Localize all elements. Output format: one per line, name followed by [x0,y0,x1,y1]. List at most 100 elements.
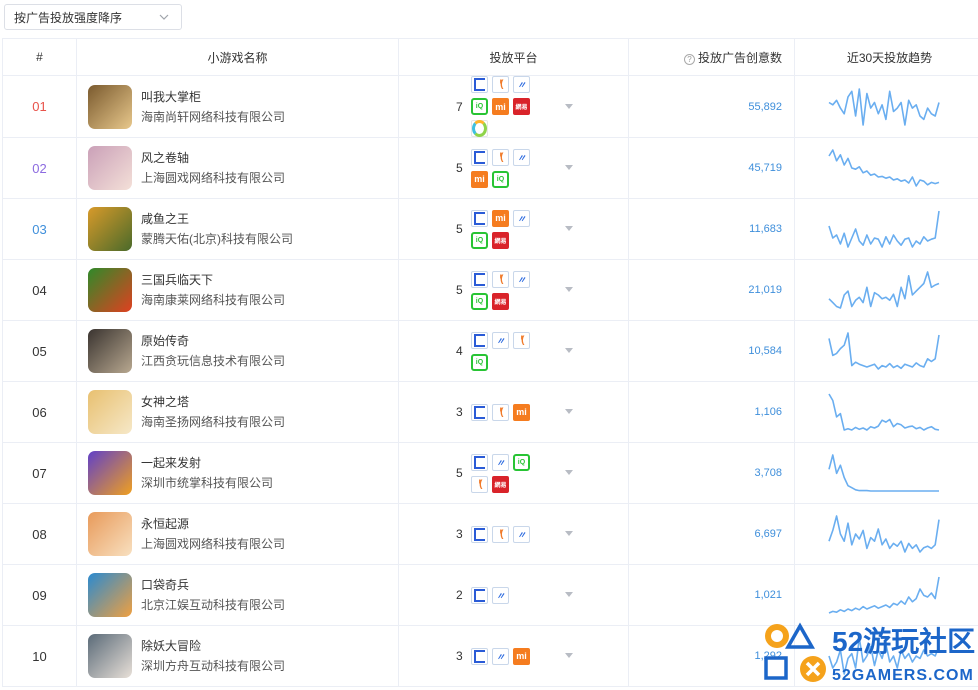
company-name: 海南尚轩网络科技有限公司 [141,109,286,124]
sort-order-label: 按广告投放强度降序 [14,10,123,25]
expand-platforms-caret-icon[interactable] [565,103,573,109]
game-cell[interactable]: 叫我大掌柜 海南尚轩网络科技有限公司 [76,75,399,138]
platform-count: 3 [456,527,463,541]
creatives-count: 10,584 [628,320,795,382]
watermark-domain: 52GAMERS.COM [832,667,974,684]
rank-cell: 01 [2,75,77,138]
kuaishou-icon: ᑊᑊ( [492,76,509,93]
expand-platforms-caret-icon[interactable] [565,653,573,658]
game-name[interactable]: 一起来发射 [141,453,273,473]
kuaishou-icon: ᑊᑊ( [513,331,530,349]
trend-sparkline [828,149,940,187]
game-name[interactable]: 女神之塔 [141,392,285,412]
expand-platforms-caret-icon[interactable] [565,348,573,353]
expand-platforms-caret-icon[interactable] [565,592,573,597]
game-name[interactable]: 原始传奇 [141,331,285,351]
kuaishou-icon: ᑊᑊ( [492,270,509,288]
netease-icon: 網易 [492,475,509,493]
trend-sparkline [828,271,940,309]
trend-line [828,332,940,370]
game-icon[interactable] [88,146,132,190]
expand-platforms-caret-icon[interactable] [565,287,573,292]
trend-sparkline [828,393,940,431]
weibo-icon: 〃 [513,209,530,227]
table-row[interactable]: 04 三国兵临天下 海南康莱网络科技有限公司 5 ᑊᑊ(〃 iQ 網易 21,019 [2,259,978,321]
platform-cell: 5 ᑊᑊ(〃 iQ 網易 [398,259,629,321]
platform-icons: 〃 ᑊᑊ(iQ [471,331,543,371]
help-icon[interactable]: ? [683,53,695,65]
company-name: 江西贪玩信息技术有限公司 [141,354,286,368]
platform-count: 3 [456,649,463,663]
platform-count: 7 [456,99,463,114]
weibo-icon: 〃 [513,525,530,543]
game-name[interactable]: 叫我大掌柜 [141,87,285,107]
kuaishou-icon: ᑊᑊ( [492,148,509,166]
kuaishou-icon: ᑊᑊ( [492,525,509,543]
trend-line [828,87,940,126]
xiaomi-icon: mi [492,209,509,227]
game-name[interactable]: 风之卷轴 [141,148,285,168]
game-name[interactable]: 咸鱼之王 [141,209,293,229]
table-row[interactable]: 06 女神之塔 海南圣扬网络科技有限公司 3 ᑊᑊ(mi 1,106 [2,381,978,443]
expand-platforms-caret-icon[interactable] [565,531,573,536]
rank-cell: 02 [2,137,77,199]
game-cell[interactable]: 咸鱼之王 蒙腾天佑(北京)科技有限公司 [76,198,399,260]
kuaishou-icon: ᑊᑊ( [471,475,488,493]
watermark-brand: 52游玩社区 [832,626,975,657]
game-cell[interactable]: 女神之塔 海南圣扬网络科技有限公司 [76,381,399,443]
game-icon[interactable] [88,84,132,129]
weibo-icon: 〃 [492,331,509,349]
toutiao-icon [471,586,488,604]
game-cell[interactable]: 三国兵临天下 海南康莱网络科技有限公司 [76,259,399,321]
game-name[interactable]: 除妖大冒险 [141,636,285,656]
trend-cell [794,75,978,138]
header-creatives[interactable]: ? 投放广告创意数 [628,38,795,76]
game-cell[interactable]: 永恒起源 上海圆戏网络科技有限公司 [76,503,399,565]
platform-cell: 5 〃 iQ ᑊᑊ(網易 [398,442,629,504]
trend-line [828,210,940,248]
table-row[interactable]: 08 永恒起源 上海圆戏网络科技有限公司 3 ᑊᑊ(〃 6,697 [2,503,978,565]
game-icon[interactable] [88,207,132,251]
game-cell[interactable]: 口袋奇兵 北京江娱互动科技有限公司 [76,564,399,626]
expand-platforms-caret-icon[interactable] [565,226,573,231]
netease-icon: 網易 [492,231,509,249]
table-row[interactable]: 01 叫我大掌柜 海南尚轩网络科技有限公司 7 ᑊᑊ(〃 iQ mi 網易 55,89… [2,75,978,138]
table-row[interactable]: 05 原始传奇 江西贪玩信息技术有限公司 4 〃 ᑊᑊ(iQ 10,584 [2,320,978,382]
expand-platforms-caret-icon[interactable] [565,470,573,475]
trend-cell [794,137,978,199]
game-icon[interactable] [88,512,132,556]
header-trend: 近30天投放趋势 [794,38,978,76]
platform-count: 3 [456,405,463,419]
game-name[interactable]: 口袋奇兵 [141,575,285,595]
kuaishou-icon: ᑊᑊ( [492,403,509,421]
trend-sparkline [828,87,940,126]
game-cell[interactable]: 原始传奇 江西贪玩信息技术有限公司 [76,320,399,382]
pinwheel-icon [471,120,488,137]
game-icon[interactable] [88,573,132,617]
game-name[interactable]: 永恒起源 [141,514,285,534]
weibo-icon: 〃 [492,647,509,665]
game-name[interactable]: 三国兵临天下 [141,270,285,290]
platform-cell: 3 ᑊᑊ(〃 [398,503,629,565]
table-row[interactable]: 02 风之卷轴 上海圆戏网络科技有限公司 5 ᑊᑊ(〃 mi iQ 45,719 [2,137,978,199]
game-icon[interactable] [88,268,132,312]
game-icon[interactable] [88,451,132,495]
game-cell[interactable]: 除妖大冒险 深圳方舟互动科技有限公司 [76,625,399,687]
weibo-icon: 〃 [513,270,530,288]
rank-cell: 07 [2,442,77,504]
sort-order-select[interactable]: 按广告投放强度降序 [4,4,182,30]
table-row[interactable]: 07 一起来发射 深圳市统掌科技有限公司 5 〃 iQ ᑊᑊ(網易 3,708 [2,442,978,504]
expand-platforms-caret-icon[interactable] [565,409,573,414]
game-cell[interactable]: 风之卷轴 上海圆戏网络科技有限公司 [76,137,399,199]
header-rank: # [2,38,77,76]
header-creatives-label: 投放广告创意数 [697,50,782,65]
game-cell[interactable]: 一起来发射 深圳市统掌科技有限公司 [76,442,399,504]
game-icon[interactable] [88,634,132,678]
toutiao-icon [471,148,488,166]
rank-cell: 05 [2,320,77,382]
watermark-triangle-icon [784,622,816,649]
game-icon[interactable] [88,329,132,373]
game-icon[interactable] [88,390,132,434]
table-row[interactable]: 03 咸鱼之王 蒙腾天佑(北京)科技有限公司 5 mi 〃 iQ 網易 11,683 [2,198,978,260]
expand-platforms-caret-icon[interactable] [565,165,573,170]
